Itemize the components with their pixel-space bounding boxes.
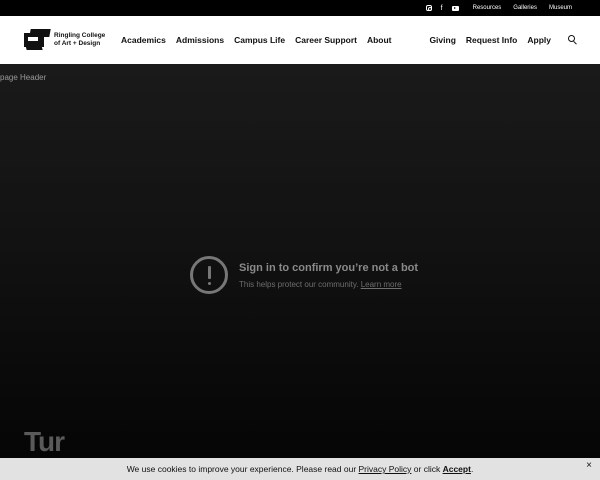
utility-bar: f Resources Galleries Museum (0, 0, 600, 16)
nav-apply[interactable]: Apply (527, 35, 551, 45)
cookie-banner: We use cookies to improve your experienc… (0, 458, 600, 480)
close-icon[interactable]: × (586, 460, 592, 471)
main-navigation: Ringling College of Art + Design Academi… (0, 16, 600, 64)
accept-link[interactable]: Accept (443, 464, 471, 474)
page-header-label: page Header (0, 73, 47, 82)
cookie-text-a: We use cookies to improve your experienc… (126, 464, 359, 474)
cookie-text-b: or click (411, 464, 443, 474)
bot-check-subtitle: This helps protect our community. Learn … (239, 280, 418, 289)
nav-admissions[interactable]: Admissions (176, 35, 224, 45)
nav-campus-life[interactable]: Campus Life (234, 35, 285, 45)
instagram-icon[interactable] (425, 5, 432, 11)
logo-mark-icon (24, 29, 51, 51)
youtube-icon[interactable] (451, 5, 459, 11)
museum-link[interactable]: Museum (549, 5, 572, 11)
nav-giving[interactable]: Giving (429, 35, 455, 45)
alert-icon (190, 256, 228, 294)
utility-links: Resources Galleries Museum (473, 5, 572, 11)
page-header-video: page Header Sign in to confirm you’re no… (0, 64, 600, 458)
partial-heading: Tur (24, 426, 65, 457)
bot-check-message: Sign in to confirm you’re not a bot This… (190, 256, 418, 294)
site-logo[interactable]: Ringling College of Art + Design (24, 29, 105, 51)
cookie-text-c: . (470, 464, 474, 474)
nav-request-info[interactable]: Request Info (466, 35, 517, 45)
nav-academics[interactable]: Academics (121, 35, 166, 45)
facebook-icon[interactable]: f (441, 5, 443, 12)
bot-check-text: This helps protect our community. (239, 279, 359, 289)
resources-link[interactable]: Resources (473, 5, 502, 11)
nav-about[interactable]: About (367, 35, 392, 45)
galleries-link[interactable]: Galleries (513, 5, 537, 11)
logo-text: Ringling College of Art + Design (54, 32, 105, 48)
logo-line-1: Ringling College (54, 32, 106, 39)
logo-line-2: of Art + Design (54, 40, 101, 47)
primary-menu: Academics Admissions Campus Life Career … (121, 16, 392, 64)
nav-career-support[interactable]: Career Support (295, 35, 357, 45)
social-links: f (425, 5, 459, 12)
privacy-policy-link[interactable]: Privacy Policy (359, 464, 412, 474)
cookie-message: We use cookies to improve your experienc… (127, 464, 474, 474)
learn-more-link[interactable]: Learn more (361, 280, 402, 289)
secondary-menu: Giving Request Info Apply (429, 16, 551, 64)
bot-check-title: Sign in to confirm you’re not a bot (239, 261, 419, 274)
search-icon[interactable] (568, 35, 578, 45)
